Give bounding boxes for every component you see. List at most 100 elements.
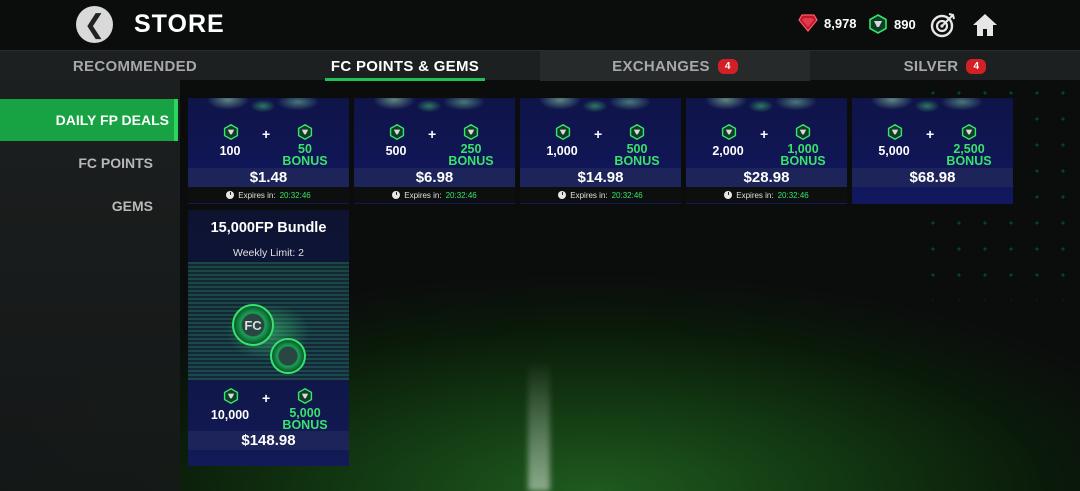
plus-sign: + — [594, 126, 603, 142]
plus-sign: + — [926, 126, 935, 142]
fc-point-coin-icon — [297, 124, 313, 140]
notification-badge: 4 — [717, 58, 738, 74]
deal-base-amount: 5,000 — [878, 144, 910, 158]
page-title: STORE — [134, 10, 225, 38]
tab-silver[interactable]: SILVER 4 — [810, 51, 1080, 81]
fc-point-coin-icon — [389, 124, 405, 140]
bundle-card-15000fp[interactable]: 15,000FP Bundle Weekly Limit: 2 FC 10,00… — [188, 210, 349, 466]
fc-coins-art — [520, 98, 681, 120]
fc-point-coin-icon — [795, 124, 811, 140]
deal-amounts: 500 + 250 BONUS — [354, 122, 515, 168]
home-icon[interactable] — [972, 12, 998, 38]
fc-point-coin-icon — [297, 388, 313, 404]
fc-point-coin-icon — [721, 124, 737, 140]
deal-expiry: Expires in: 20:32:46 — [520, 187, 681, 203]
clock-icon — [392, 191, 401, 199]
bundle-bonus-label: BONUS — [282, 418, 328, 432]
fc-coins-stack-art: FC — [188, 262, 349, 380]
tab-exchanges[interactable]: EXCHANGES 4 — [540, 51, 810, 81]
deal-bonus-label: BONUS — [946, 154, 992, 168]
expires-label: Expires in: — [404, 190, 442, 200]
gems-count: 8,978 — [824, 15, 857, 31]
fc-point-coin-icon — [223, 388, 239, 404]
notification-badge: 4 — [966, 58, 987, 74]
expires-label: Expires in: — [736, 190, 774, 200]
fc-point-coin-icon — [270, 338, 306, 374]
tab-label: FC POINTS & GEMS — [330, 57, 480, 75]
bundle-weekly-limit: Weekly Limit: 2 — [233, 247, 304, 259]
fc-coin-logo-icon: FC — [232, 304, 274, 346]
fc-point-coin-icon — [463, 124, 479, 140]
sidebar-item-fc-points[interactable]: FC POINTS — [0, 142, 180, 184]
plus-sign: + — [262, 126, 271, 142]
store-header: ❮ STORE 8,978 890 — [0, 0, 1080, 50]
deal-base-amount: 1,000 — [546, 144, 578, 158]
expires-label: Expires in: — [238, 190, 276, 200]
fc-points-balance[interactable]: 890 — [868, 14, 916, 34]
tab-fc-points-gems[interactable]: FC POINTS & GEMS — [270, 51, 540, 81]
plus-sign: + — [262, 390, 271, 406]
deal-card-1000[interactable]: 1,000 + 500 BONUS $14.98 Expires in: 20:… — [520, 98, 681, 204]
expires-time: 20:32:46 — [445, 190, 477, 200]
deal-bonus-label: BONUS — [780, 154, 826, 168]
deal-price: $68.98 — [852, 168, 1013, 187]
plus-sign: + — [760, 126, 769, 142]
clock-icon — [724, 191, 733, 199]
store-sidebar: DAILY FP DEALS FC POINTS GEMS — [0, 80, 180, 491]
clock-icon — [558, 191, 567, 199]
gems-balance[interactable]: 8,978 — [798, 14, 857, 32]
fc-point-coin-icon — [961, 124, 977, 140]
deal-price: $6.98 — [354, 168, 515, 187]
fc-point-coin-icon — [887, 124, 903, 140]
deal-amounts: 5,000 + 2,500 BONUS — [852, 122, 1013, 168]
deal-price: $14.98 — [520, 168, 681, 187]
deal-amounts: 1,000 + 500 BONUS — [520, 122, 681, 168]
expires-time: 20:32:46 — [777, 190, 809, 200]
target-icon[interactable] — [930, 12, 956, 38]
pitch-line-decoration — [528, 360, 550, 491]
deal-card-100[interactable]: 100 + 50 BONUS $1.48 Expires in: 20:32:4… — [188, 98, 349, 204]
fc-point-coin-icon — [629, 124, 645, 140]
deal-amounts: 2,000 + 1,000 BONUS — [686, 122, 847, 168]
deal-expiry: Expires in: 20:32:46 — [686, 187, 847, 203]
deal-card-2000[interactable]: 2,000 + 1,000 BONUS $28.98 Expires in: 2… — [686, 98, 847, 204]
back-button[interactable]: ❮ — [76, 6, 113, 43]
bundle-price: $148.98 — [188, 431, 349, 450]
deal-base-amount: 500 — [385, 144, 407, 158]
fc-point-coin-icon — [223, 124, 239, 140]
chevron-left-icon: ❮ — [83, 9, 106, 39]
tab-recommended[interactable]: RECOMMENDED — [0, 51, 270, 81]
bundle-title: 15,000FP Bundle — [210, 220, 327, 236]
deal-expiry: Expires in: 20:32:46 — [354, 187, 515, 203]
expires-time: 20:32:46 — [279, 190, 311, 200]
tab-label: RECOMMENDED — [72, 57, 198, 75]
deal-amounts: 100 + 50 BONUS — [188, 122, 349, 168]
deal-expiry: Expires in: 20:32:46 — [188, 187, 349, 203]
fc-point-coin-icon — [555, 124, 571, 140]
fc-coins-art — [354, 98, 515, 120]
fc-coins-art — [686, 98, 847, 120]
tab-label: EXCHANGES — [612, 57, 710, 75]
deal-bonus-label: BONUS — [448, 154, 494, 168]
tab-label: SILVER — [903, 57, 959, 75]
bundle-amounts: 10,000 + 5,000 BONUS — [188, 386, 349, 432]
fc-coins-art — [188, 98, 349, 120]
deal-price: $1.48 — [188, 168, 349, 187]
deal-bonus-label: BONUS — [282, 154, 328, 168]
expires-label: Expires in: — [570, 190, 608, 200]
red-gem-icon — [798, 14, 818, 32]
fc-points-count: 890 — [894, 16, 916, 32]
deal-bonus-label: BONUS — [614, 154, 660, 168]
deal-base-amount: 100 — [219, 144, 241, 158]
deal-card-5000[interactable]: 5,000 + 2,500 BONUS $68.98 — [852, 98, 1013, 204]
expires-time: 20:32:46 — [611, 190, 643, 200]
fc-coins-art — [852, 98, 1013, 120]
sidebar-item-daily-fp-deals[interactable]: DAILY FP DEALS — [0, 99, 178, 141]
deal-base-amount: 2,000 — [712, 144, 744, 158]
deal-card-500[interactable]: 500 + 250 BONUS $6.98 Expires in: 20:32:… — [354, 98, 515, 204]
plus-sign: + — [428, 126, 437, 142]
bundle-base-amount: 10,000 — [210, 408, 250, 422]
store-tabs: RECOMMENDED FC POINTS & GEMS EXCHANGES 4… — [0, 50, 1080, 81]
sidebar-item-gems[interactable]: GEMS — [0, 185, 180, 227]
clock-icon — [226, 191, 235, 199]
